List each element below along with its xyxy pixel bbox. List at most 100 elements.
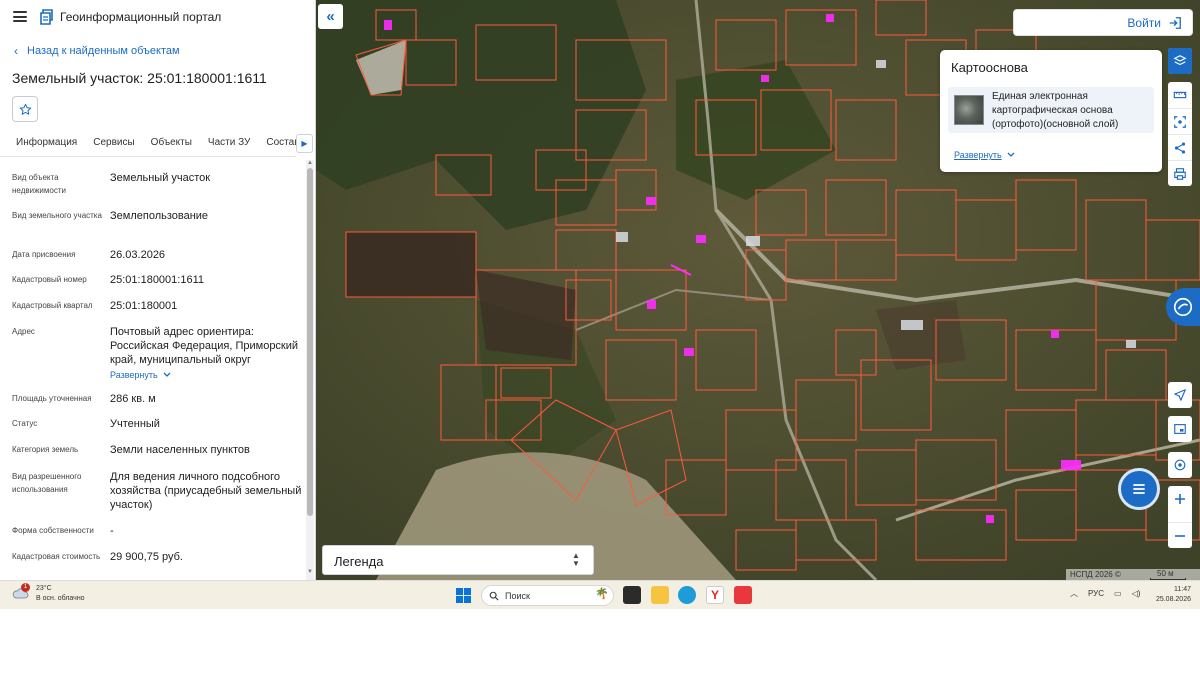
field-label: Кадастровый номер	[12, 275, 87, 284]
scrollbar-thumb[interactable]	[307, 168, 313, 516]
search-highlight-icon: 🌴	[595, 588, 609, 600]
file-explorer-icon[interactable]	[651, 586, 669, 604]
chat-button[interactable]	[1118, 468, 1160, 510]
portal-logo-icon	[40, 9, 53, 25]
app-title: Геоинформационный портал	[60, 10, 222, 24]
favorite-button[interactable]	[12, 96, 38, 122]
basemap-layer-item[interactable]: Единая электронная картографическая осно…	[948, 87, 1154, 133]
layers-icon	[1173, 55, 1187, 66]
field-label: Кадастровая стоимость	[12, 552, 101, 561]
input-language[interactable]: РУС	[1088, 589, 1104, 598]
field-label: Дата присвоения	[12, 250, 76, 259]
address-expand: Развернуть	[110, 368, 302, 382]
share-button[interactable]	[1168, 134, 1192, 160]
assistant-tab[interactable]	[1166, 288, 1200, 326]
field-label: Категория земель	[12, 445, 79, 454]
temperature: 23°C	[36, 585, 52, 592]
tab-composition[interactable]: Состав	[258, 131, 296, 156]
login-icon	[1169, 16, 1181, 29]
tab-services[interactable]: Сервисы	[85, 131, 142, 156]
back-link-label: Назад к найденным объектам	[27, 45, 180, 57]
minimap-icon	[1174, 424, 1186, 434]
map-view[interactable]: « Войти Картооснова Единая электронная к…	[316, 0, 1200, 580]
basemap-layer-name: Единая электронная картографическая осно…	[992, 91, 1119, 130]
field-label: Статус	[12, 419, 38, 428]
info-list: Вид объекта недвижимости Земельный участ…	[0, 160, 305, 580]
view-tools	[1168, 416, 1192, 442]
clock-time: 11:47	[1174, 586, 1191, 593]
print-button[interactable]	[1168, 160, 1192, 186]
zoom-in-button[interactable]	[1168, 486, 1192, 512]
layers-tool	[1168, 48, 1192, 74]
app-header: Геоинформационный портал	[0, 0, 315, 34]
field-value: 25:01:180001:1611	[110, 274, 204, 286]
navigation-arrow-icon	[1174, 389, 1186, 401]
tab-objects[interactable]: Объекты	[143, 131, 200, 156]
basemap-expand-link[interactable]: Развернуть	[954, 150, 1015, 160]
login-button[interactable]: Войти	[1013, 9, 1193, 36]
expand-label: Развернуть	[110, 370, 158, 380]
legend-dropdown[interactable]: Легенда ▲ ▼	[322, 545, 594, 575]
search-placeholder: Поиск	[505, 590, 530, 601]
scroll-down-icon[interactable]: ▼	[307, 569, 313, 575]
plus-icon	[1175, 494, 1185, 504]
tab-parts[interactable]: Части ЗУ	[200, 131, 258, 156]
edge-browser-icon[interactable]	[678, 586, 696, 604]
volume-icon[interactable]: ◁)	[1132, 589, 1141, 598]
field-value: Земли населенных пунктов	[110, 444, 250, 456]
field-value: 29 900,75 руб.	[110, 551, 183, 563]
back-link[interactable]: ‹ Назад к найденным объектам	[14, 45, 180, 57]
panel-scrollbar[interactable]: ▲ ▼	[306, 160, 314, 580]
field-label: Площадь уточненная	[12, 394, 92, 403]
geolocation-button[interactable]	[1168, 452, 1192, 478]
tabs-scroll-right-button[interactable]: ▶	[296, 134, 313, 153]
wps-office-icon[interactable]	[734, 586, 752, 604]
measure-button[interactable]	[1168, 82, 1192, 108]
network-icon[interactable]: ▭	[1114, 589, 1122, 598]
weather-widget[interactable]: 1 23°C В осн. облачно	[12, 583, 85, 604]
target-icon	[1174, 459, 1186, 471]
attribution-text: НСПД 2026 ©	[1070, 570, 1121, 579]
my-location-button[interactable]	[1168, 382, 1192, 408]
field-label: Адрес	[12, 327, 35, 336]
taskbar-clock[interactable]: 11:47 25.08.2026	[1151, 585, 1191, 605]
zoom-out-button[interactable]	[1168, 522, 1192, 548]
notification-badge: 1	[21, 583, 30, 592]
field-value: -	[110, 525, 114, 537]
zoom-controls	[1168, 486, 1192, 548]
expand-label: Развернуть	[954, 150, 1002, 160]
field-value: 26.03.2026	[110, 249, 166, 261]
yandex-browser-icon[interactable]: Y	[706, 586, 724, 604]
minus-icon	[1175, 534, 1185, 537]
select-area-button[interactable]	[1168, 108, 1192, 134]
chevron-up-icon[interactable]: ︿	[1070, 588, 1078, 599]
select-area-icon	[1174, 115, 1186, 128]
map-tools	[1168, 82, 1192, 186]
basemap-panel: Картооснова Единая электронная картограф…	[940, 50, 1162, 172]
field-value: 286 кв. м	[110, 393, 156, 405]
share-icon	[1174, 141, 1186, 154]
task-view-app-icon[interactable]	[623, 586, 641, 604]
ruler-icon	[1173, 91, 1187, 99]
object-panel: Геоинформационный портал ‹ Назад к найде…	[0, 0, 316, 580]
navigation-tools	[1168, 382, 1192, 408]
tab-information[interactable]: Информация	[0, 131, 85, 156]
chevron-down-icon	[1007, 152, 1015, 157]
layers-button[interactable]	[1168, 48, 1192, 74]
hamburger-icon[interactable]	[13, 11, 27, 22]
scroll-up-icon[interactable]: ▲	[307, 160, 313, 166]
print-icon	[1174, 167, 1186, 180]
chevron-down-icon	[163, 372, 171, 377]
field-value: 25:01:180001	[110, 300, 178, 312]
collapse-panel-button[interactable]: «	[318, 4, 343, 29]
expand-collapse-icon: ▲ ▼	[572, 551, 580, 568]
scale-label: 50 м	[1157, 569, 1174, 578]
field-label: Форма собственности	[12, 526, 94, 535]
field-value: Земельный участок	[110, 172, 211, 184]
taskbar-search[interactable]: Поиск 🌴	[481, 585, 614, 606]
field-value: Почтовый адрес ориентира: Российская Фед…	[110, 326, 299, 366]
legend-label: Легенда	[334, 554, 384, 569]
start-button[interactable]	[456, 588, 471, 608]
minimap-button[interactable]	[1168, 416, 1192, 442]
expand-link[interactable]: Развернуть	[110, 368, 171, 382]
